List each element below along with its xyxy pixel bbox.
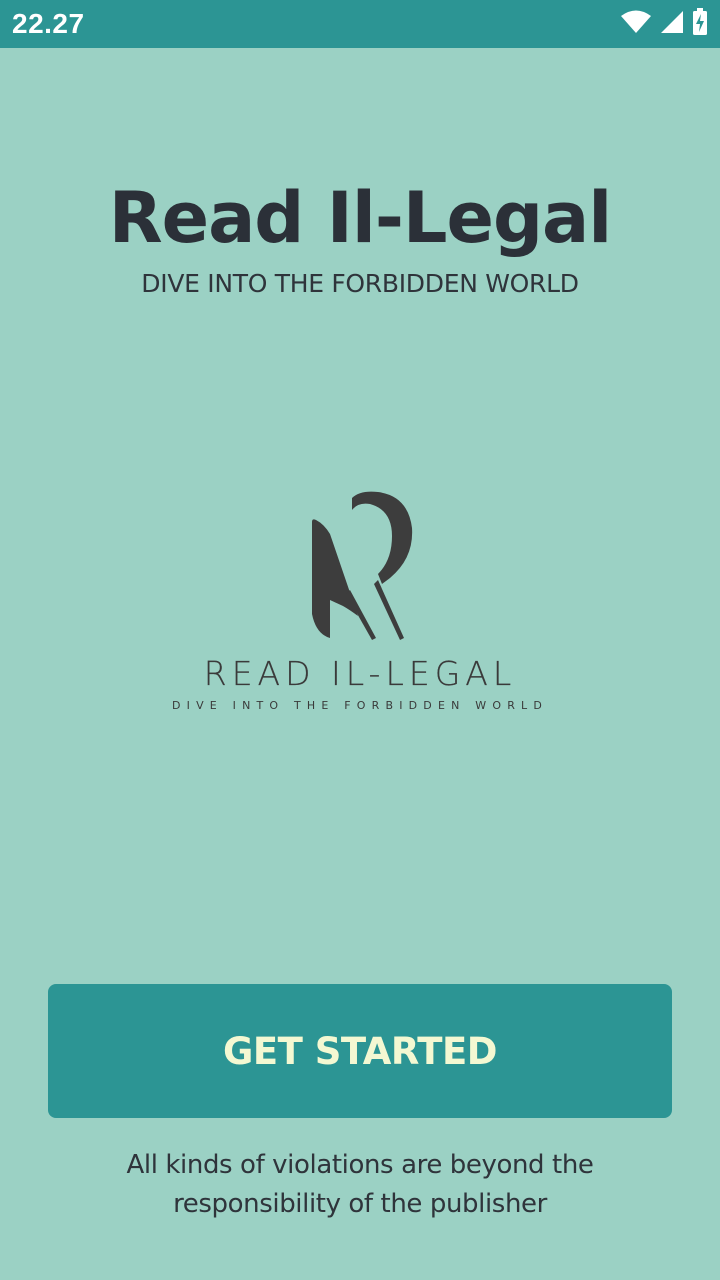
status-bar: 22.27 (0, 0, 720, 48)
app-subtitle: DIVE INTO THE FORBIDDEN WORLD (141, 269, 579, 298)
publisher-disclaimer: All kinds of violations are beyond the r… (126, 1150, 594, 1219)
cellular-signal-icon (660, 10, 684, 38)
app-logo: READ IL-LEGAL DIVE INTO THE FORBIDDEN WO… (160, 480, 560, 720)
get-started-button[interactable]: GET STARTED (48, 984, 672, 1118)
battery-charging-icon (692, 8, 708, 40)
app-title: Read Il-Legal (108, 177, 613, 259)
logo-mark-icon (312, 491, 413, 640)
logo-wordmark: READ IL-LEGAL (203, 654, 517, 693)
status-time: 22.27 (12, 8, 85, 39)
status-icons (620, 8, 708, 40)
wifi-icon (620, 10, 652, 38)
logo-tagline: DIVE INTO THE FORBIDDEN WORLD (171, 699, 549, 712)
